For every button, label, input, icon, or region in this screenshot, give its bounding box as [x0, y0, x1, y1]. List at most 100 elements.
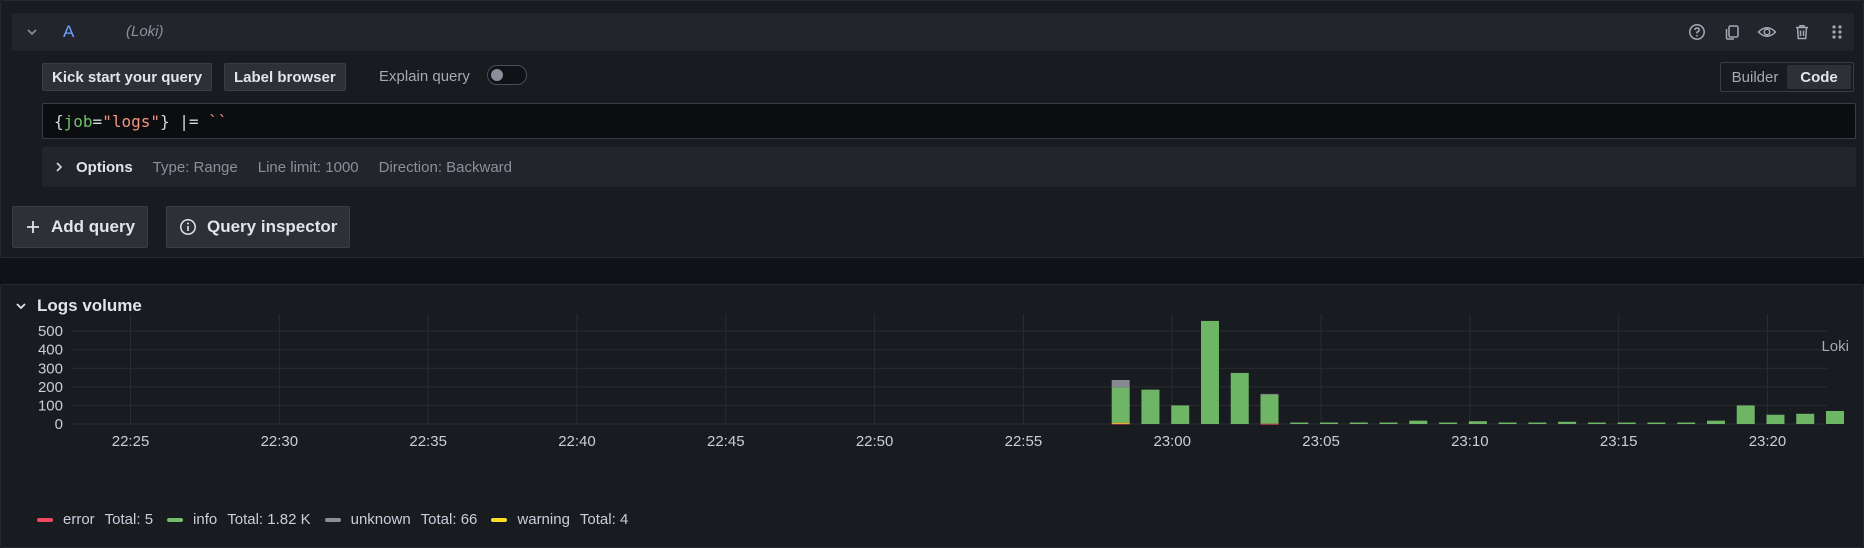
editor-token-label: job: [63, 111, 93, 131]
info-circle-icon: [180, 219, 196, 235]
legend-series-total: Total: 4: [579, 511, 629, 528]
chevron-down-icon: [27, 29, 37, 36]
bar-unknown: [1111, 379, 1130, 388]
bar-info: [1617, 422, 1636, 424]
legend-item-warning[interactable]: warning Total: 4: [491, 511, 628, 528]
editor-token-operator: |=: [169, 111, 209, 131]
plus-icon: [27, 221, 39, 233]
bar-info: [1171, 405, 1190, 424]
query-inspector-label: Query inspector: [207, 217, 338, 236]
remove-query-button[interactable]: [1784, 13, 1819, 51]
options-query-type: Type: Range: [152, 158, 238, 176]
label-browser-button[interactable]: Label browser: [224, 63, 346, 91]
query-inspector-button[interactable]: Query inspector: [166, 206, 351, 248]
code-mode-option[interactable]: Code: [1787, 65, 1851, 89]
x-tick-label: 23:10: [1451, 433, 1489, 450]
logs-volume-header[interactable]: Logs volume: [15, 296, 142, 316]
help-button[interactable]: [1679, 13, 1714, 51]
bar-info: [1230, 372, 1249, 424]
x-tick-label: 22:30: [261, 433, 299, 450]
query-row-actions: [1679, 13, 1854, 51]
legend-item-error[interactable]: error Total: 5: [37, 511, 153, 528]
copy-icon: [1725, 25, 1739, 40]
x-tick-label: 23:00: [1153, 433, 1191, 450]
duplicate-query-button[interactable]: [1714, 13, 1749, 51]
legend-series-name: info: [193, 511, 218, 528]
bar-info: [1260, 394, 1279, 424]
options-direction: Direction: Backward: [378, 158, 513, 176]
logs-volume-title: Logs volume: [37, 296, 142, 315]
bar-info: [1766, 414, 1785, 424]
bar-info: [1320, 422, 1339, 424]
bar-info: [1736, 405, 1755, 424]
bar-info: [1379, 422, 1398, 424]
trash-icon: [1795, 25, 1808, 40]
x-tick-label: 22:45: [707, 433, 745, 450]
legend-item-unknown[interactable]: unknown Total: 66: [324, 511, 477, 528]
editor-token-equals: =: [92, 111, 103, 131]
bar-error: [1260, 423, 1279, 425]
legend-item-info[interactable]: info Total: 1.82 K: [167, 511, 311, 528]
bar-info: [1706, 420, 1725, 424]
logs-volume-panel: 0 100 200 300 400 500 22:25 22:30 22:35 22:40 22:4…: [0, 284, 1864, 548]
legend-series-total: Total: 1.82 K: [227, 511, 311, 528]
editor-token-value: "logs": [102, 111, 160, 131]
chart-datasource-label: Loki: [1821, 338, 1849, 355]
add-query-label: Add query: [51, 217, 136, 236]
y-tick-label: 0: [55, 416, 63, 433]
bar-info: [1439, 422, 1458, 424]
legend-swatch: [491, 517, 508, 522]
toggle-knob: [491, 69, 503, 81]
drag-handle-icon: [1831, 25, 1842, 39]
query-row-header: A (Loki): [12, 13, 1854, 51]
bar-unknown: [1260, 393, 1279, 395]
kick-start-query-button[interactable]: Kick start your query: [42, 63, 213, 91]
collapse-query-button[interactable]: [22, 22, 42, 42]
chevron-down-icon: [16, 303, 26, 310]
bar-warning: [1111, 422, 1130, 424]
bar-info: [1677, 422, 1696, 424]
y-tick-label: 100: [38, 397, 63, 414]
bar-info: [1587, 422, 1606, 424]
builder-mode-option[interactable]: Builder: [1723, 65, 1787, 89]
legend-swatch: [324, 517, 341, 522]
options-title: Options: [76, 158, 133, 176]
editor-token-pattern: ``: [208, 111, 228, 131]
explain-query-toggle[interactable]: [487, 65, 527, 85]
query-code-editor[interactable]: {job = "logs"} |= ``: [42, 103, 1856, 139]
x-tick-label: 22:55: [1005, 433, 1043, 450]
query-datasource-name: (Loki): [126, 23, 164, 40]
query-options-row[interactable]: Options Type: Range Line limit: 1000 Dir…: [42, 147, 1856, 187]
bar-info: [1528, 422, 1547, 424]
eye-icon: [1756, 27, 1777, 37]
bar-info: [1290, 422, 1309, 424]
legend-series-total: Total: 5: [104, 511, 154, 528]
legend-swatch: [37, 517, 53, 522]
logs-volume-chart: 0 100200 300400 500 22:25 22:30 22:35 22:40 22:4…: [38, 314, 1844, 450]
legend-series-name: warning: [517, 511, 570, 528]
bar-info: [1468, 421, 1487, 424]
bar-info: [1200, 320, 1219, 424]
bar-info: [1409, 420, 1428, 424]
x-tick-label: 22:25: [112, 433, 150, 450]
options-line-limit: Line limit: 1000: [257, 158, 359, 176]
bar-info: [1796, 413, 1815, 424]
editor-token-brace-open: {: [54, 111, 64, 131]
legend-swatch: [167, 517, 184, 522]
bar-info: [1141, 389, 1160, 424]
explain-query-label: Explain query: [379, 68, 470, 85]
x-tick-label: 23:20: [1749, 433, 1787, 450]
bar-info: [1826, 411, 1844, 424]
bar-info: [1349, 422, 1368, 424]
query-ref-id[interactable]: A: [63, 22, 74, 42]
x-tick-label: 22:35: [409, 433, 447, 450]
plot-area: 0 100200 300400 500 22:25 22:30 22:35 22:40 22:4…: [38, 314, 1844, 450]
add-query-button[interactable]: Add query: [12, 206, 149, 248]
y-tick-label: 200: [38, 379, 63, 396]
editor-mode-toggle: Builder Code: [1720, 62, 1854, 92]
toggle-visibility-button[interactable]: [1749, 13, 1784, 51]
question-circle-icon: [1688, 24, 1705, 40]
bar-info: [1647, 422, 1666, 424]
bar-info: [1111, 387, 1130, 423]
drag-handle[interactable]: [1819, 13, 1854, 51]
